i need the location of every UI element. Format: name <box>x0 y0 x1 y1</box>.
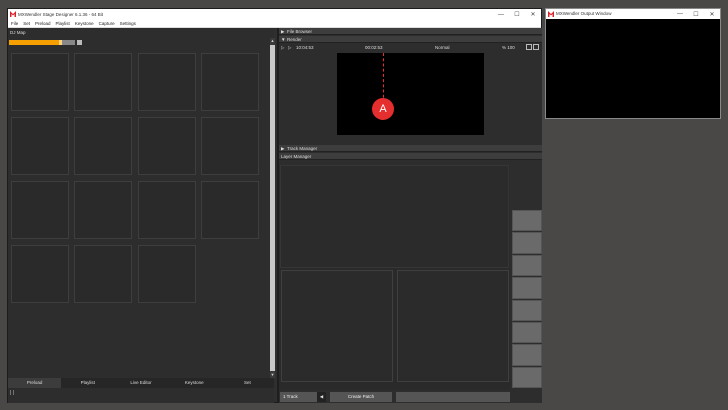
menu-capture[interactable]: Capture <box>99 20 115 27</box>
view-buttons <box>526 44 539 50</box>
progress-fill <box>9 40 61 45</box>
layer-controls: 1 Track ◀ Create Patch <box>279 392 512 402</box>
dj-map-panel: DJ Map ▲ ▼ Preload Playlist Live Editor … <box>8 28 275 403</box>
scroll-up-icon[interactable]: ▲ <box>270 38 275 44</box>
zoom-level: % 100 <box>502 45 515 50</box>
clip-slot[interactable] <box>201 181 259 239</box>
minimize-button[interactable]: — <box>672 9 688 19</box>
close-button[interactable]: ✕ <box>704 9 720 19</box>
annotation-marker: A <box>372 98 394 120</box>
side-button[interactable] <box>512 232 542 254</box>
side-button[interactable] <box>512 366 542 388</box>
right-panel: ▶ File Browser ▼ Render ▷ ▷ 10:04:53 00:02… <box>277 28 542 403</box>
app-logo-icon <box>548 11 554 17</box>
bottom-tab-bar: Preload Playlist Live Editor Keystone Se… <box>8 378 274 388</box>
minimize-button[interactable]: — <box>493 9 509 20</box>
side-button[interactable] <box>512 344 542 366</box>
play-icon[interactable]: ▷ <box>281 44 284 51</box>
layer-manager-header[interactable]: Layer Manager <box>279 153 542 160</box>
clip-slot[interactable] <box>74 117 132 175</box>
file-browser-header[interactable]: ▶ File Browser <box>279 28 542 35</box>
tab-preload[interactable]: Preload <box>8 378 62 388</box>
blend-mode[interactable]: Normal <box>435 44 450 51</box>
status-text: | | <box>10 390 14 396</box>
clip-slot[interactable] <box>11 245 69 303</box>
clip-slot[interactable] <box>138 181 196 239</box>
play-alt-icon[interactable]: ▷ <box>288 44 291 51</box>
clip-slot[interactable] <box>138 53 196 111</box>
side-button[interactable] <box>512 321 542 344</box>
menu-set[interactable]: Set <box>23 20 30 27</box>
menu-keystone[interactable]: Keystone <box>75 20 94 27</box>
output-window-title: MXWendler Output Window <box>556 11 612 16</box>
main-window: MXWendler Stage Designer 6.1.36 - 64 Bit… <box>7 8 542 403</box>
track-manager-header[interactable]: ▶ Track Manager <box>279 145 542 152</box>
menu-preload[interactable]: Preload <box>35 20 51 27</box>
maximize-button[interactable]: ☐ <box>509 9 525 20</box>
clip-slot[interactable] <box>201 117 259 175</box>
output-title-bar: MXWendler Output Window — ☐ ✕ <box>546 9 720 19</box>
clip-slot[interactable] <box>201 53 259 111</box>
clip-slot[interactable] <box>138 117 196 175</box>
layer-manager-label: Layer Manager <box>281 154 312 159</box>
track-select-label: 1 Track <box>283 394 298 399</box>
clip-slot[interactable] <box>74 245 132 303</box>
tab-live-editor[interactable]: Live Editor <box>114 378 167 388</box>
clip-slot[interactable] <box>11 181 69 239</box>
file-browser-label: File Browser <box>287 29 313 34</box>
close-button[interactable]: ✕ <box>525 9 541 20</box>
maximize-button[interactable]: ☐ <box>688 9 704 19</box>
fit-view-icon[interactable] <box>526 44 532 50</box>
side-button-column <box>512 210 542 388</box>
progress-bar[interactable] <box>9 40 75 45</box>
output-window: MXWendler Output Window — ☐ ✕ <box>545 8 721 119</box>
clip-slot[interactable] <box>74 181 132 239</box>
render-label: Render <box>287 37 302 42</box>
patch-field[interactable] <box>396 392 510 402</box>
app-logo-icon <box>10 11 16 17</box>
layer-slot[interactable] <box>397 270 509 382</box>
side-button[interactable] <box>512 254 542 277</box>
title-bar: MXWendler Stage Designer 6.1.36 - 64 Bit… <box>8 9 541 20</box>
clip-slot[interactable] <box>138 245 196 303</box>
clip-slot[interactable] <box>11 117 69 175</box>
tab-keystone[interactable]: Keystone <box>168 378 221 388</box>
menu-file[interactable]: File <box>11 20 18 27</box>
progress-knob[interactable] <box>59 40 63 45</box>
menu-playlist[interactable]: Playlist <box>56 20 70 27</box>
tab-playlist[interactable]: Playlist <box>61 378 114 388</box>
menu-bar: File Set Preload Playlist Keystone Captu… <box>8 20 541 28</box>
create-patch-button[interactable]: Create Patch <box>330 392 392 402</box>
time-center: 00:02:53 <box>365 45 383 50</box>
playhead-line <box>383 53 384 103</box>
panel-title: DJ Map <box>10 30 26 35</box>
layer-list[interactable] <box>280 165 509 268</box>
track-arrow-icon[interactable]: ◀ <box>317 392 326 402</box>
side-button[interactable] <box>512 210 542 232</box>
layer-slot[interactable] <box>281 270 393 382</box>
window-title: MXWendler Stage Designer 6.1.36 - 64 Bit <box>18 11 103 17</box>
image-icon[interactable] <box>77 40 82 45</box>
render-header[interactable]: ▼ Render <box>279 36 542 43</box>
time-left: 10:04:53 <box>296 45 314 50</box>
clip-slot[interactable] <box>11 53 69 111</box>
track-manager-label: Track Manager <box>287 146 318 151</box>
tab-set[interactable]: Set <box>221 378 274 388</box>
layer-manager-area <box>279 165 510 390</box>
menu-settings[interactable]: Settings <box>120 20 136 27</box>
vertical-scrollbar[interactable]: ▲ ▼ <box>270 38 275 378</box>
side-button[interactable] <box>512 277 542 299</box>
fullscreen-icon[interactable] <box>533 44 539 50</box>
clip-slot[interactable] <box>74 53 132 111</box>
render-preview: A <box>337 53 484 135</box>
render-toolbar: ▷ ▷ 10:04:53 00:02:53 Normal % 100 <box>279 44 542 51</box>
scrollbar-thumb[interactable] <box>270 45 275 371</box>
side-button[interactable] <box>512 299 542 321</box>
